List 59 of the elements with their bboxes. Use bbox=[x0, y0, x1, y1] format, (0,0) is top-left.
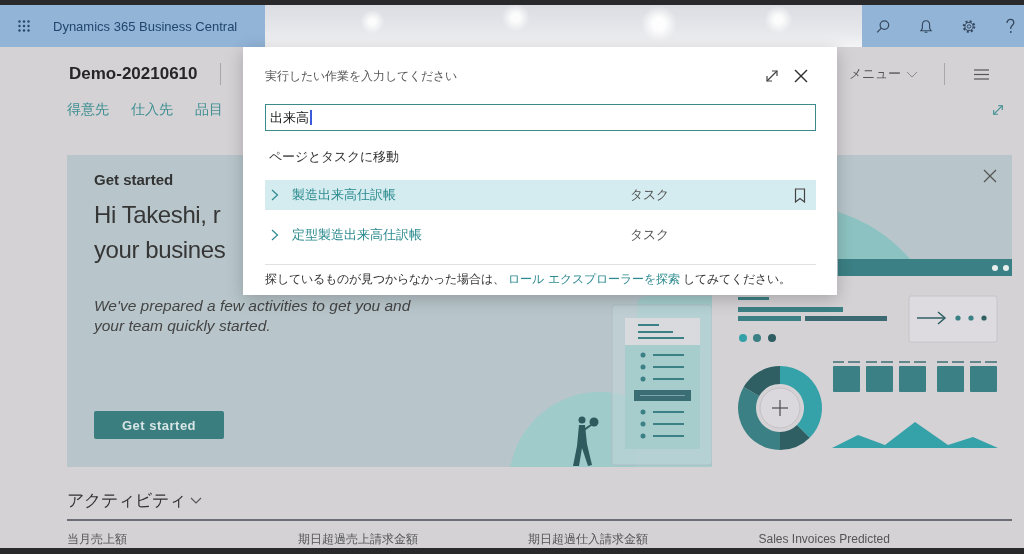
nav-link[interactable]: 仕入先 bbox=[131, 101, 173, 119]
bell-icon[interactable] bbox=[919, 18, 933, 34]
chevron-right-icon bbox=[271, 229, 279, 241]
tile bbox=[832, 361, 861, 392]
result-type: タスク bbox=[630, 226, 669, 244]
card-description: We've prepared a few activities to get you and your team quickly started. bbox=[94, 296, 412, 336]
dot-icon bbox=[1003, 265, 1009, 271]
menu-button[interactable]: メニュー bbox=[849, 65, 918, 83]
search-icon[interactable] bbox=[876, 18, 890, 34]
kpi-label: Sales Invoices Predicted bbox=[758, 532, 890, 546]
dialog-title: 実行したい作業を入力してください bbox=[265, 67, 457, 85]
result-link[interactable]: 製造出来高仕訳帳 bbox=[292, 186, 396, 204]
chevron-down-icon bbox=[906, 70, 918, 78]
nav-link[interactable]: 品目 bbox=[195, 101, 223, 119]
line-bar bbox=[738, 316, 801, 321]
bookmark-icon[interactable] bbox=[793, 187, 807, 203]
kpi-label: 期日超過仕入請求金額 bbox=[528, 532, 648, 546]
tile bbox=[865, 361, 894, 392]
chevron-down-icon bbox=[190, 496, 202, 504]
dot-icon bbox=[992, 265, 998, 271]
dot-icon bbox=[955, 315, 961, 321]
dot-icon bbox=[968, 315, 974, 321]
help-icon[interactable] bbox=[1005, 18, 1015, 34]
person-drawing bbox=[573, 416, 599, 466]
app-title: Dynamics 365 Business Central bbox=[53, 18, 238, 34]
arrow-icon bbox=[916, 311, 947, 325]
nav-link[interactable]: 得意先 bbox=[67, 101, 109, 119]
kpi-label: 期日超過売上請求金額 bbox=[297, 532, 418, 546]
role-explorer-link[interactable]: ロール エクスプローラーを探索 bbox=[508, 272, 680, 286]
get-started-button[interactable]: Get started bbox=[94, 411, 224, 439]
result-type: タスク bbox=[630, 186, 669, 204]
result-row[interactable]: 定型製造出来高仕訳帳 タスク bbox=[265, 220, 816, 250]
tile bbox=[898, 361, 927, 392]
dot-icon bbox=[739, 334, 747, 342]
result-link[interactable]: 定型製造出来高仕訳帳 bbox=[292, 226, 422, 244]
kpi-label: 当月売上額 bbox=[67, 532, 127, 546]
result-row[interactable]: 製造出来高仕訳帳 タスク bbox=[265, 180, 816, 210]
help-hint: 探しているものが見つからなかった場合は、 ロール エクスプローラーを探索 してみてください。 bbox=[265, 271, 792, 287]
tile bbox=[969, 361, 998, 392]
activities-toggle[interactable]: アクティビティ bbox=[67, 489, 202, 511]
company-name: Demo-20210610 bbox=[69, 64, 198, 84]
line-bar bbox=[738, 297, 769, 300]
dot-icon bbox=[753, 334, 761, 342]
dot-icon bbox=[981, 315, 987, 321]
hamburger-menu-icon[interactable] bbox=[974, 68, 989, 80]
card-eyebrow: Get started bbox=[94, 171, 174, 189]
section-label: ページとタスクに移動 bbox=[269, 148, 399, 166]
text-cursor-icon bbox=[310, 110, 312, 125]
welcome-heading: Hi Takeshi, r your busines bbox=[94, 200, 226, 265]
plus-circle-icon bbox=[759, 387, 801, 429]
close-icon[interactable] bbox=[794, 69, 808, 83]
settings-icon[interactable] bbox=[962, 18, 976, 34]
search-field[interactable]: 出来高 bbox=[265, 104, 816, 131]
hill-shape bbox=[838, 212, 910, 259]
expand-icon[interactable] bbox=[765, 69, 779, 83]
app-launcher-icon[interactable] bbox=[18, 20, 30, 32]
chevron-right-icon bbox=[271, 189, 279, 201]
tile bbox=[936, 361, 965, 392]
dot-icon bbox=[768, 334, 776, 342]
